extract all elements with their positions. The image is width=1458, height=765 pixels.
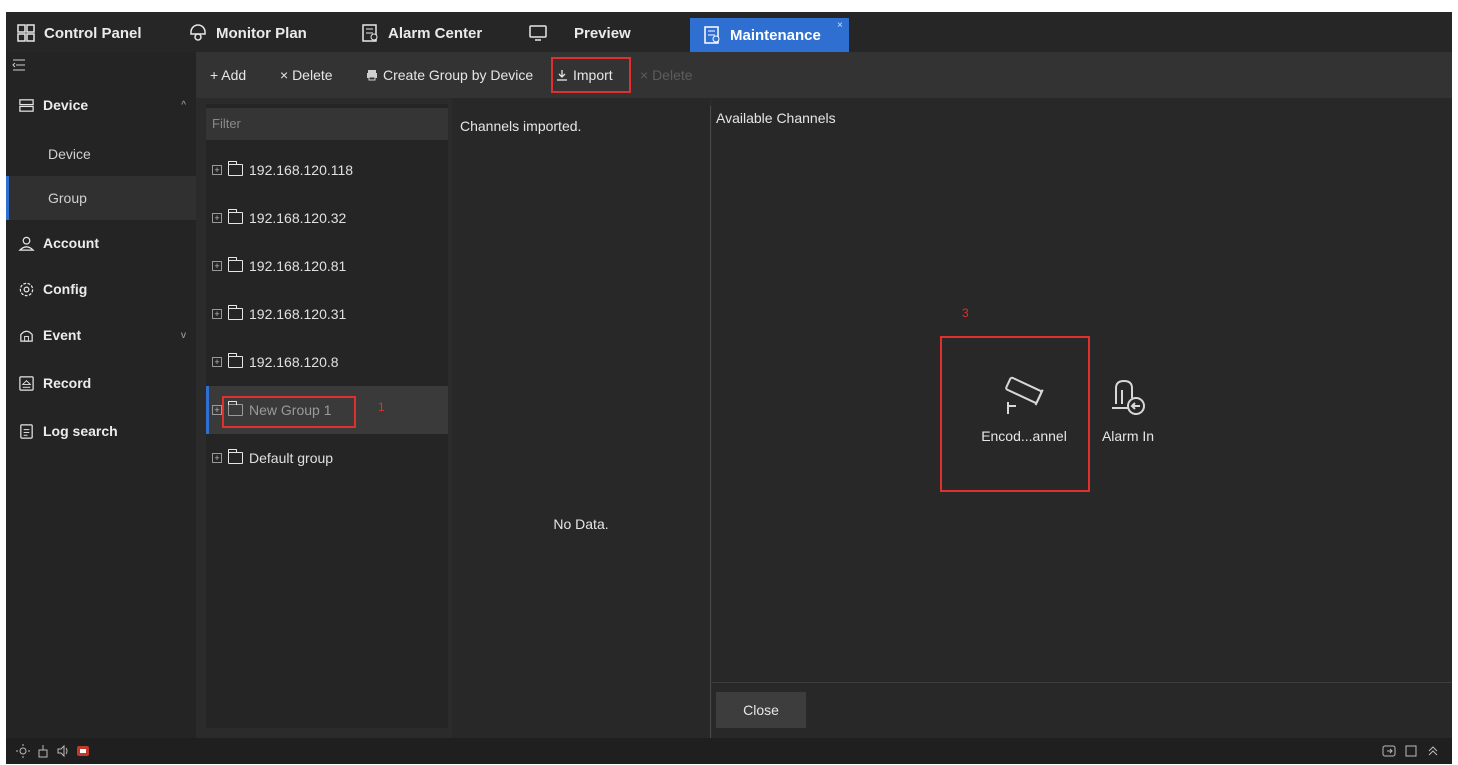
sidebar-item-log-search[interactable]: Log search [6, 408, 196, 454]
expand-icon[interactable]: + [212, 405, 222, 415]
expand-icon[interactable]: + [212, 357, 222, 367]
delete-channel-button[interactable]: × Delete [640, 52, 693, 98]
tree-node[interactable]: + 192.168.120.32 [206, 194, 448, 242]
footer-divider [712, 682, 1452, 683]
top-tab-bar: Control Panel Monitor Plan Alarm Center … [6, 12, 1452, 52]
brightness-icon[interactable] [16, 744, 30, 758]
network-icon[interactable] [36, 744, 50, 758]
tab-label: Monitor Plan [216, 24, 307, 42]
log-icon [20, 423, 33, 439]
tab-preview[interactable]: Preview [528, 16, 631, 50]
camera-dome-icon [190, 24, 206, 41]
folder-icon [227, 305, 243, 320]
tree-node[interactable]: + 192.168.120.8 [206, 338, 448, 386]
tab-label: Preview [574, 24, 631, 42]
event-icon [20, 330, 33, 342]
maintenance-icon [704, 26, 720, 44]
expand-icon[interactable]: + [212, 213, 222, 223]
monitor-icon [529, 25, 547, 41]
tab-label: Control Panel [44, 24, 142, 42]
annotation-box-new-group [222, 396, 356, 428]
available-channels-title: Available Channels [716, 110, 836, 126]
tree-node[interactable]: + 192.168.120.118 [206, 146, 448, 194]
folder-icon [227, 449, 243, 464]
sidebar-item-label: Log search [43, 423, 118, 439]
tree-node-label: 192.168.120.8 [249, 354, 339, 370]
alarm-list-icon [362, 24, 378, 42]
tree-node-label: 192.168.120.32 [249, 210, 347, 226]
tree-node-label: 192.168.120.31 [249, 306, 347, 322]
tree-node-label: Default group [249, 450, 334, 466]
alert-icon[interactable] [76, 744, 90, 758]
imported-channels-panel [452, 98, 710, 738]
sidebar: Device ^ Device Group Account Config Eve… [6, 52, 196, 738]
sidebar-item-label: Device [43, 97, 89, 113]
folder-icon [227, 353, 243, 368]
printer-icon [367, 70, 377, 81]
sidebar-item-label: Account [43, 235, 99, 251]
expand-icon[interactable]: + [212, 309, 222, 319]
app-window: Control Panel Monitor Plan Alarm Center … [6, 12, 1452, 764]
expand-icon[interactable]: + [212, 165, 222, 175]
sidebar-item-device[interactable]: Device ^ [6, 82, 196, 128]
annotation-marker-3: 3 [962, 306, 969, 320]
sidebar-subitem-label: Device [48, 146, 91, 162]
annotation-box-import [551, 57, 631, 93]
add-button[interactable]: + Add [210, 52, 246, 98]
close-button[interactable]: Close [716, 692, 806, 728]
chevron-up-icon: ^ [181, 99, 186, 111]
tab-close-icon[interactable]: × [837, 20, 843, 31]
alarm-in-icon [1112, 379, 1145, 415]
grid-icon [17, 24, 35, 42]
chevron-up-double-icon[interactable] [1426, 744, 1440, 758]
no-data-text: No Data. [553, 516, 609, 532]
tree-node-label: 192.168.120.118 [249, 162, 354, 178]
sidebar-item-label: Record [43, 375, 92, 391]
folder-icon [227, 161, 243, 176]
sidebar-subitem-group[interactable]: Group [6, 176, 196, 220]
tab-label: Maintenance [730, 26, 821, 44]
tab-alarm-center[interactable]: Alarm Center [360, 16, 482, 50]
record-icon [19, 375, 34, 391]
sidebar-item-label: Event [43, 327, 82, 343]
folder-icon [227, 209, 243, 224]
sidebar-item-config[interactable]: Config [6, 266, 196, 312]
device-icon [19, 98, 34, 112]
create-group-by-device-button[interactable]: Create Group by Device [366, 52, 533, 98]
delete-button[interactable]: × Delete [280, 52, 333, 98]
collapse-menu-icon[interactable] [12, 58, 26, 72]
speaker-icon[interactable] [56, 744, 70, 758]
annotation-marker-1: 1 [378, 400, 385, 414]
tab-label: Alarm Center [388, 24, 483, 42]
chevron-down-icon: v [181, 329, 186, 341]
sidebar-subitem-device[interactable]: Device [6, 132, 196, 176]
folder-icon [227, 257, 243, 272]
user-icon [18, 236, 35, 251]
tree-node[interactable]: + Default group [206, 434, 448, 482]
panel-divider [710, 106, 711, 738]
exit-icon[interactable] [1382, 744, 1396, 758]
sidebar-item-label: Config [43, 281, 88, 297]
filter-input[interactable]: Filter [206, 108, 448, 140]
tree-node[interactable]: + 192.168.120.81 [206, 242, 448, 290]
sidebar-subitem-label: Group [48, 190, 87, 206]
create-group-label: Create Group by Device [383, 67, 534, 83]
expand-icon[interactable]: + [212, 453, 222, 463]
maximize-icon[interactable] [1404, 744, 1418, 758]
annotation-box-channel [940, 336, 1090, 492]
tree-node[interactable]: + 192.168.120.31 [206, 290, 448, 338]
tab-maintenance[interactable]: Maintenance × [690, 18, 849, 52]
status-bar [6, 738, 1452, 764]
gear-icon [19, 282, 34, 296]
sidebar-item-record[interactable]: Record [6, 360, 196, 406]
expand-icon[interactable]: + [212, 261, 222, 271]
sidebar-item-account[interactable]: Account [6, 220, 196, 266]
tree-node-label: 192.168.120.81 [249, 258, 347, 274]
imported-channels-title: Channels imported. [460, 118, 582, 134]
channel-label: Alarm In [1101, 428, 1155, 444]
tab-control-panel[interactable]: Control Panel [16, 16, 142, 50]
channel-alarm-in[interactable]: Alarm In [1096, 378, 1160, 444]
tab-monitor-plan[interactable]: Monitor Plan [188, 16, 307, 50]
sidebar-item-event[interactable]: Event v [6, 312, 196, 358]
